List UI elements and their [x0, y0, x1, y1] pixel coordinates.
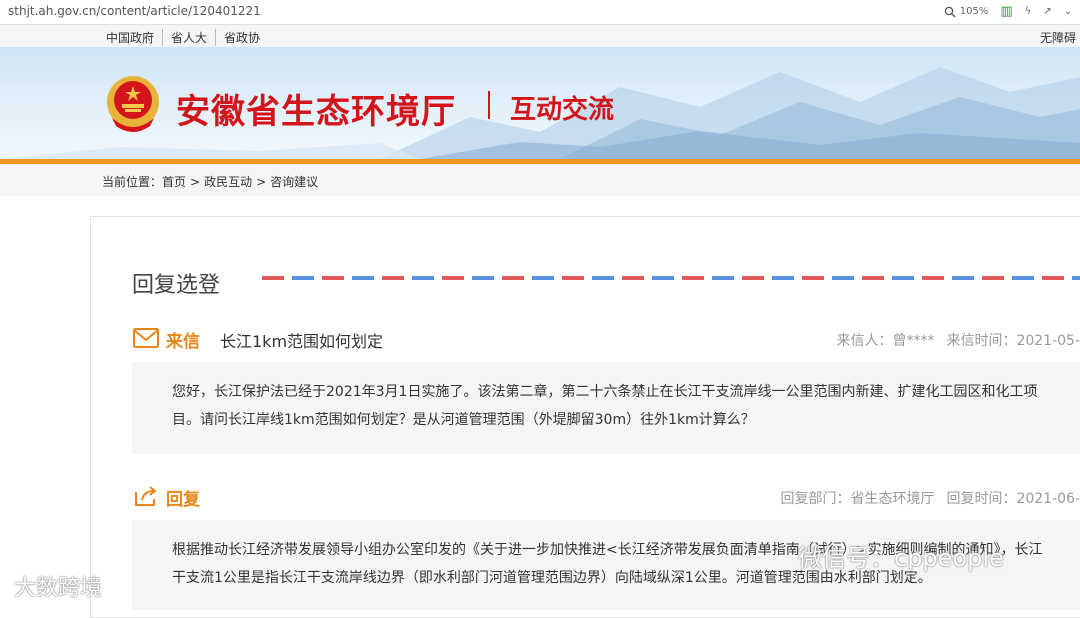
- link-provincial-npc[interactable]: 省人大: [162, 29, 215, 46]
- sender-name: 曾****: [892, 333, 935, 349]
- reply-dept: 省生态环境厅: [850, 491, 935, 507]
- breadcrumb-separator: >: [256, 175, 267, 189]
- envelope-icon: [133, 328, 159, 348]
- breadcrumb-bar: 当前位置：首页 > 政民互动 > 咨询建议: [0, 164, 1080, 196]
- reply-header: 回复 回复部门：省生态环境厅 回复时间：2021-06-: [132, 482, 1080, 512]
- reply-meta: 回复部门：省生态环境厅 回复时间：2021-06-: [780, 488, 1080, 508]
- link-provincial-cppcc[interactable]: 省政协: [215, 29, 268, 46]
- watermark-left: 大数跨境: [14, 576, 103, 601]
- letter-time: 2021-05-: [1016, 333, 1080, 349]
- share-icon[interactable]: ↗: [1043, 6, 1051, 17]
- browser-url-bar[interactable]: sthjt.ah.gov.cn/content/article/12040122…: [0, 0, 1080, 25]
- breadcrumb: 当前位置：首页 > 政民互动 > 咨询建议: [102, 173, 318, 190]
- breadcrumb-label: 当前位置：: [102, 175, 163, 189]
- sender-label: 来信人：: [836, 333, 893, 349]
- zoom-icon: [944, 6, 956, 17]
- breadcrumb-consult[interactable]: 咨询建议: [270, 175, 318, 189]
- breadcrumb-home[interactable]: 首页: [162, 175, 186, 189]
- accessibility-link[interactable]: 无障碍: [1040, 29, 1076, 46]
- letter-meta: 来信人：曾**** 来信时间：2021-05-: [836, 330, 1080, 350]
- letter-label: 来信: [166, 332, 200, 352]
- reply-icon: [135, 486, 157, 506]
- letter-body: 您好，长江保护法已经于2021年3月1日实施了。该法第二章，第二十六条禁止在长江…: [132, 362, 1080, 454]
- letter-subject: 长江1km范围如何划定: [220, 332, 384, 351]
- address-field[interactable]: sthjt.ah.gov.cn/content/article/12040122…: [8, 4, 261, 18]
- breadcrumb-interaction[interactable]: 政民互动: [204, 175, 252, 189]
- letter-body-line: 您好，长江保护法已经于2021年3月1日实施了。该法第二章，第二十六条禁止在长江…: [172, 384, 1038, 400]
- gov-links: 中国政府 省人大 省政协: [106, 29, 268, 46]
- zoom-control[interactable]: 105%: [944, 6, 989, 18]
- zoom-level: 105%: [959, 6, 989, 17]
- watermark-right: 微信号：cppeople: [798, 544, 1004, 572]
- browser-toolbar: 105% ▥ ϟ ↗ ⌄: [944, 4, 1072, 19]
- letter-body-line: 目。请问长江岸线1km范围如何划定？是从河道管理范围（外堤脚留30m）往外1km…: [172, 412, 755, 428]
- national-emblem-icon: [107, 76, 159, 132]
- letter-time-label: 来信时间：: [946, 333, 1017, 349]
- reply-label: 回复: [166, 490, 200, 510]
- link-central-gov[interactable]: 中国政府: [106, 29, 162, 46]
- reply-time-label: 回复时间：: [946, 491, 1017, 507]
- title-divider: [488, 91, 490, 119]
- reading-mode-icon[interactable]: ▥: [1000, 4, 1012, 19]
- site-title[interactable]: 安徽省生态环境厅: [176, 84, 456, 133]
- reply-time: 2021-06-: [1016, 491, 1080, 507]
- top-nav: 中国政府 省人大 省政协 无障碍: [0, 25, 1080, 48]
- breadcrumb-separator: >: [190, 175, 201, 189]
- chevron-down-icon[interactable]: ⌄: [1064, 6, 1072, 17]
- reply-dept-label: 回复部门：: [780, 491, 851, 507]
- letter-header: 来信 长江1km范围如何划定 来信人：曾**** 来信时间：2021-05-: [132, 324, 1080, 354]
- section-heading: 回复选登: [132, 273, 221, 298]
- airmail-divider: [262, 276, 1080, 280]
- flash-icon[interactable]: ϟ: [1025, 6, 1032, 17]
- section-title: 互动交流: [510, 95, 615, 125]
